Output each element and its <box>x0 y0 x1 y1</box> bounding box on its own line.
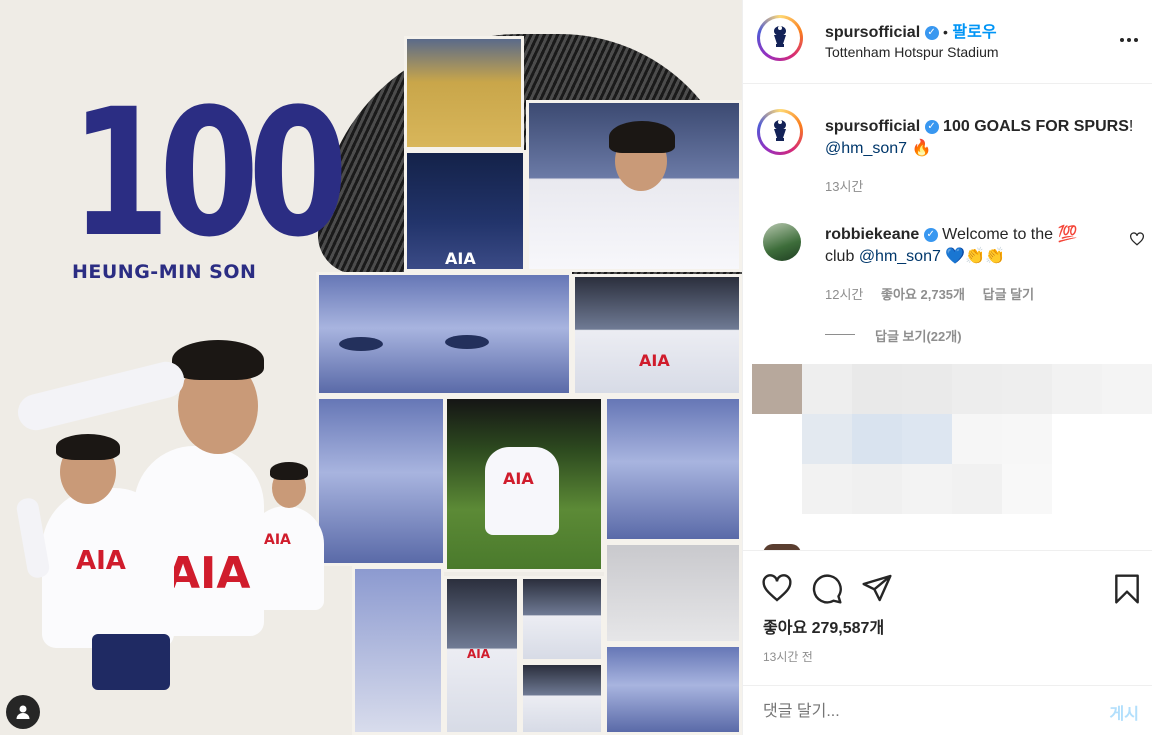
view-replies-button[interactable]: 답글 보기(22개) <box>875 326 962 345</box>
club-crest-icon <box>774 26 786 47</box>
comment-mention[interactable]: @hm_son7 <box>859 248 941 265</box>
comment-meta: 12시간 좋아요 2,735개 답글 달기 <box>825 284 1034 303</box>
like-button[interactable] <box>761 573 793 608</box>
user-icon <box>16 705 30 719</box>
comment-button[interactable] <box>811 573 843 610</box>
caption-time: 13시간 <box>825 179 864 194</box>
paper-plane-icon <box>862 574 892 602</box>
more-options-button[interactable] <box>1119 30 1139 55</box>
verified-badge-icon: ✓ <box>923 227 938 242</box>
comment-likes[interactable]: 좋아요 2,735개 <box>881 287 965 302</box>
comment-bubble-icon <box>812 574 842 604</box>
collage-tile <box>604 396 742 542</box>
caption-author-avatar[interactable] <box>757 109 803 155</box>
caption-exclaim: ! <box>1128 118 1134 135</box>
caption-username[interactable]: spursofficial <box>825 118 920 135</box>
players-illustration: AIA AIA AIA <box>14 338 346 735</box>
comment-body: robbiekeane ✓ Welcome to the 💯 club @hm_… <box>825 224 1115 268</box>
comment-text-line1: Welcome to the 💯 <box>942 226 1078 243</box>
verified-badge-icon: ✓ <box>924 119 939 134</box>
author-avatar[interactable] <box>757 15 803 61</box>
caption-mention[interactable]: @hm_son7 <box>825 140 907 157</box>
collage-tile: AIA <box>404 150 526 272</box>
caption-emoji: 🔥 <box>911 140 932 157</box>
collage-tile <box>604 542 742 644</box>
post-location[interactable]: Tottenham Hotspur Stadium <box>825 44 999 60</box>
header-separator: • <box>943 24 948 40</box>
collage-tile <box>316 272 572 396</box>
poster-number: 100 <box>70 71 348 276</box>
comment-time: 12시간 <box>825 287 864 302</box>
commenter-username[interactable]: robbiekeane <box>825 226 919 243</box>
collage-tile <box>520 576 604 662</box>
reply-button[interactable]: 답글 달기 <box>983 287 1034 302</box>
collage-tile: AIA <box>572 274 742 396</box>
club-crest-icon <box>774 120 786 141</box>
post-comment-button[interactable]: 게시 <box>1110 700 1139 724</box>
comment-emojis: 💙👏👏 <box>945 248 1006 265</box>
post-timestamp: 13시간 전 <box>763 650 813 664</box>
heart-outline-icon <box>762 574 792 602</box>
collage-tile <box>352 566 444 735</box>
commenter-avatar[interactable] <box>763 223 801 261</box>
collage-tile <box>404 36 524 150</box>
author-username[interactable]: spursofficial <box>825 24 920 41</box>
collage-tile <box>520 662 604 735</box>
bookmark-icon <box>1115 574 1139 604</box>
follow-button[interactable]: 팔로우 <box>952 24 996 41</box>
post-header: spursofficial ✓ • 팔로우 Tottenham Hotspur … <box>743 0 1152 84</box>
collage-tile: AIA <box>444 396 604 572</box>
user-tag-button[interactable] <box>6 695 40 729</box>
comment-like-button[interactable] <box>1129 232 1145 251</box>
poster-player-name: HEUNG-MIN SON <box>72 261 257 283</box>
comment-composer: 게시 <box>743 685 1152 735</box>
more-horizontal-icon <box>1120 38 1138 42</box>
collage-tile <box>604 644 742 735</box>
caption-text: 100 GOALS FOR SPURS <box>943 118 1129 135</box>
post-caption: spursofficial ✓ 100 GOALS FOR SPURS! @hm… <box>825 116 1135 160</box>
save-button[interactable] <box>1113 573 1141 610</box>
heart-outline-icon <box>1130 232 1144 246</box>
post-actions-bar: 좋아요 279,587개 13시간 전 <box>743 550 1152 670</box>
verified-badge-icon: ✓ <box>924 25 939 40</box>
post-image[interactable]: 100 HEUNG-MIN SON AIA AIA AIA AIA AIA AI… <box>0 0 742 735</box>
comment-text-prefix: club <box>825 248 855 265</box>
collage-tile <box>526 100 742 272</box>
collage-tile: AIA <box>444 576 520 735</box>
share-button[interactable] <box>861 573 893 608</box>
likes-count[interactable]: 좋아요 279,587개 <box>763 614 884 638</box>
replies-divider <box>825 334 855 335</box>
comment-input[interactable] <box>761 698 1065 726</box>
